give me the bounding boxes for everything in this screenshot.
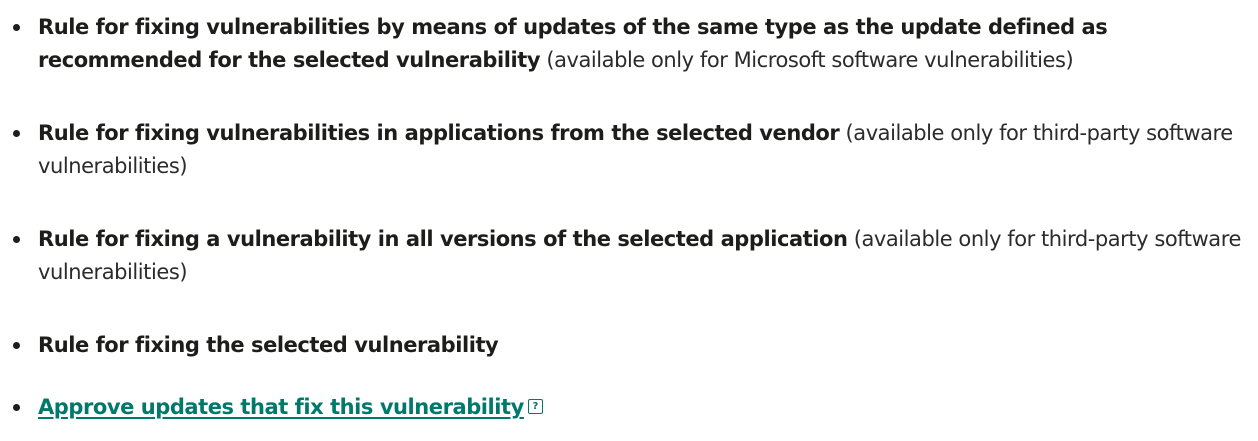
rule-title: Rule for fixing the selected vulnerabili…	[38, 333, 499, 357]
list-item: Rule for fixing the selected vulnerabili…	[13, 329, 1248, 362]
rule-title: Rule for fixing a vulnerability in all v…	[38, 227, 848, 251]
rule-title: Rule for fixing vulnerabilities in appli…	[38, 121, 840, 145]
bullet-icon	[13, 404, 20, 411]
rule-note: (available only for Microsoft software v…	[546, 48, 1074, 72]
list-item: Rule for fixing vulnerabilities in appli…	[13, 117, 1248, 183]
help-icon[interactable]: ?	[527, 398, 543, 414]
approve-updates-link[interactable]: Approve updates that fix this vulnerabil…	[38, 395, 524, 419]
list-item: Rule for fixing a vulnerability in all v…	[13, 223, 1248, 289]
bullet-icon	[13, 236, 20, 243]
bullet-icon	[13, 24, 20, 31]
bullet-icon	[13, 342, 20, 349]
bullet-icon	[13, 130, 20, 137]
list-item: Approve updates that fix this vulnerabil…	[13, 391, 1248, 424]
list-item: Rule for fixing vulnerabilities by means…	[13, 11, 1248, 77]
